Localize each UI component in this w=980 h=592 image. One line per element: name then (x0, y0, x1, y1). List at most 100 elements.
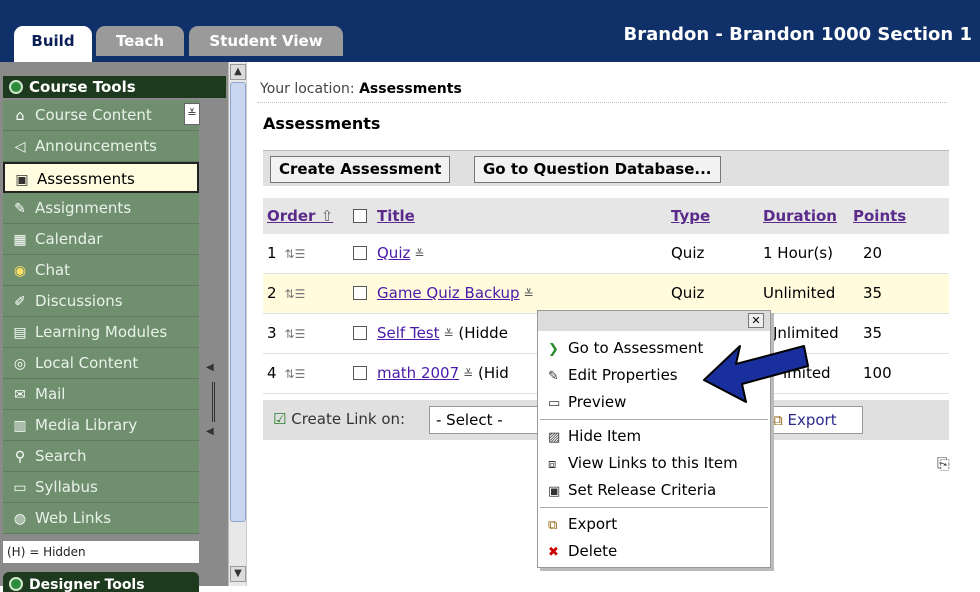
action-menu-icon[interactable]: ≚ (444, 327, 454, 341)
reorder-icon[interactable]: ⇅☰ (285, 355, 306, 393)
menu-item-hide-item[interactable]: ▨ Hide Item (538, 423, 770, 450)
media-icon: ▥ (13, 418, 27, 434)
sidebar-item-calendar[interactable]: ▦ Calendar (3, 224, 199, 255)
sidebar-item-assignments[interactable]: ✎ Assignments (3, 193, 199, 224)
column-title[interactable]: Title (377, 198, 415, 234)
copy-icon[interactable]: ⎘ (937, 454, 950, 474)
sidebar-item-search[interactable]: ⚲ Search (3, 441, 199, 472)
points-cell: 35 (863, 284, 883, 302)
menu-item-label: Set Release Criteria (568, 481, 717, 499)
assessment-link[interactable]: Game Quiz Backup (377, 284, 520, 302)
sidebar-item-mail[interactable]: ✉ Mail (3, 379, 199, 410)
assessment-link[interactable]: Self Test (377, 324, 440, 342)
sidebar-item-label: Chat (35, 261, 71, 279)
checkbox[interactable] (353, 366, 367, 380)
action-menu-icon[interactable]: ≚ (414, 247, 424, 261)
row-checkbox[interactable] (353, 314, 367, 353)
table-row: 2 ⇅☰ Game Quiz Backup ≚ Quiz Unlimited 35 (263, 274, 949, 314)
row-checkbox[interactable] (353, 354, 367, 393)
type-cell: Quiz (671, 244, 705, 262)
checkbox[interactable] (353, 209, 367, 223)
column-points[interactable]: Points (853, 198, 906, 234)
assessment-link[interactable]: math 2007 (377, 364, 459, 382)
reorder-icon[interactable]: ⇅☰ (285, 275, 306, 313)
action-menu-icon[interactable]: ≚ (524, 287, 534, 301)
sidebar-item-syllabus[interactable]: ▭ Syllabus (3, 472, 199, 503)
arrow-left-icon[interactable]: ◀ (206, 426, 214, 437)
frame-splitter[interactable]: ◀ ◀ (200, 362, 224, 442)
expand-icon[interactable] (9, 577, 23, 591)
tab-build[interactable]: Build (14, 26, 92, 62)
close-icon[interactable]: ✕ (748, 313, 764, 328)
menu-item-view-links[interactable]: ⧈ View Links to this Item (538, 450, 770, 477)
action-menu-icon[interactable]: ≚ (463, 367, 473, 381)
sidebar-item-course-content[interactable]: ⌂ Course Content ≚ (3, 100, 200, 131)
sidebar-item-local-content[interactable]: ◎ Local Content (3, 348, 199, 379)
scroll-thumb[interactable] (230, 82, 246, 522)
course-tools-header[interactable]: Course Tools (3, 76, 226, 98)
sidebar-item-announcements[interactable]: ◁ Announcements (3, 131, 199, 162)
sidebar-item-learning-modules[interactable]: ▤ Learning Modules (3, 317, 199, 348)
assessment-link[interactable]: Quiz (377, 244, 410, 262)
menu-item-export[interactable]: ⧉ Export (538, 511, 770, 538)
menu-item-label: Go to Assessment (568, 339, 704, 357)
sidebar-item-media-library[interactable]: ▥ Media Library (3, 410, 199, 441)
column-type[interactable]: Type (671, 198, 710, 234)
title-cell: Quiz ≚ (377, 234, 424, 273)
type-cell: Quiz (671, 284, 705, 302)
checkbox[interactable] (353, 246, 367, 260)
order-number: 3 (267, 324, 277, 342)
sidebar-item-discussions[interactable]: ✐ Discussions (3, 286, 199, 317)
scroll-up-icon[interactable]: ▲ (230, 64, 246, 80)
export-icon: ⧉ (548, 518, 558, 533)
sidebar-item-label: Assessments (37, 170, 135, 188)
splitter-handle[interactable] (212, 382, 215, 422)
sidebar-item-label: Web Links (35, 509, 112, 527)
menu-item-release-criteria[interactable]: ▣ Set Release Criteria (538, 477, 770, 504)
sidebar-item-chat[interactable]: ◉ Chat (3, 255, 199, 286)
hidden-legend: (H) = Hidden (3, 541, 199, 563)
sort-asc-icon[interactable]: ⇧ (321, 207, 334, 225)
chevron-down-icon[interactable]: ≚ (184, 103, 200, 125)
order-number: 1 (267, 244, 277, 262)
table-header: Order ⇧ Title Type Duration Points (263, 198, 949, 234)
create-link-select[interactable]: - Select - (429, 406, 549, 434)
collapse-icon[interactable] (9, 80, 23, 94)
syllabus-icon: ▭ (13, 480, 27, 496)
checkbox[interactable] (353, 326, 367, 340)
assignment-icon: ✎ (14, 201, 26, 217)
left-scrollbar[interactable]: ▲ ▼ (228, 62, 246, 586)
menu-item-label: View Links to this Item (568, 454, 738, 472)
sidebar-item-assessments[interactable]: ▣ Assessments (3, 162, 199, 193)
scroll-down-icon[interactable]: ▼ (230, 566, 246, 582)
reorder-icon[interactable]: ⇅☰ (285, 235, 306, 273)
discussion-icon: ✐ (14, 294, 26, 310)
reorder-icon[interactable]: ⇅☰ (285, 315, 306, 353)
question-database-button[interactable]: Go to Question Database... (474, 156, 721, 183)
row-checkbox[interactable] (353, 274, 367, 313)
select-all-checkbox[interactable] (353, 198, 367, 234)
megaphone-icon: ◁ (14, 139, 26, 155)
sidebar-item-label: Syllabus (35, 478, 98, 496)
arrow-left-icon[interactable]: ◀ (206, 362, 214, 373)
disc-icon: ◎ (13, 356, 27, 372)
column-order[interactable]: Order ⇧ (267, 198, 333, 234)
tab-teach[interactable]: Teach (96, 26, 184, 56)
sidebar-item-label: Mail (35, 385, 66, 403)
create-assessment-button[interactable]: Create Assessment (270, 156, 451, 183)
menu-item-label: Export (568, 515, 618, 533)
tab-student-view[interactable]: Student View (189, 26, 343, 56)
create-link-label: ☑ Create Link on: (273, 400, 405, 440)
sidebar-item-web-links[interactable]: ◍ Web Links (3, 503, 199, 534)
column-duration[interactable]: Duration (763, 198, 837, 234)
checkbox[interactable] (353, 286, 367, 300)
menu-item-delete[interactable]: ✖ Delete (538, 538, 770, 565)
duration-cell: Unlimited (763, 284, 836, 302)
title-cell: math 2007 ≚ (Hid (377, 354, 509, 393)
designer-tools-header[interactable]: Designer Tools (3, 572, 199, 592)
page-title: Assessments (263, 114, 381, 133)
sidebar-item-label: Discussions (35, 292, 123, 310)
export-icon: ⧉ (772, 411, 783, 429)
row-checkbox[interactable] (353, 234, 367, 273)
menu-separator (540, 507, 768, 508)
